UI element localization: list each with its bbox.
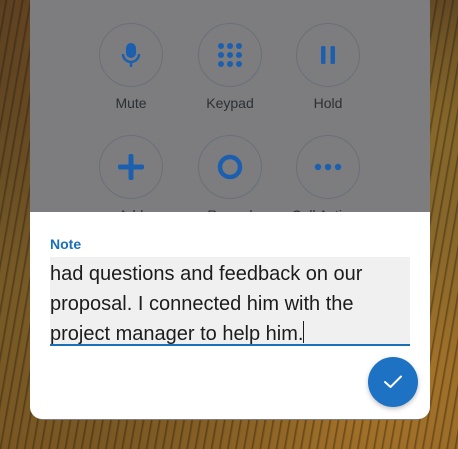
more-icon	[314, 163, 342, 171]
add-circle[interactable]	[99, 135, 163, 199]
text-caret	[303, 321, 305, 343]
keypad-circle[interactable]	[198, 23, 262, 87]
note-dialog: Note had questions and feedback on our p…	[30, 212, 430, 419]
plus-icon	[118, 154, 144, 180]
note-label: Note	[50, 236, 82, 252]
hold-label: Hold	[313, 95, 343, 111]
done-button[interactable]	[368, 357, 418, 407]
note-text[interactable]: had questions and feedback on our propos…	[50, 259, 406, 349]
record-icon	[217, 154, 243, 180]
hold-button[interactable]: Hold	[268, 23, 388, 111]
call-actions-circle[interactable]	[296, 135, 360, 199]
call-actions-button[interactable]: Call Actions	[268, 135, 388, 223]
checkmark-icon	[384, 375, 402, 388]
hold-circle[interactable]	[296, 23, 360, 87]
pause-icon	[321, 46, 335, 64]
microphone-icon	[121, 43, 141, 67]
record-circle[interactable]	[198, 135, 262, 199]
mute-circle[interactable]	[99, 23, 163, 87]
note-textarea[interactable]: had questions and feedback on our propos…	[50, 257, 410, 346]
note-text-content: had questions and feedback on our propos…	[50, 263, 369, 345]
keypad-icon	[218, 43, 242, 67]
